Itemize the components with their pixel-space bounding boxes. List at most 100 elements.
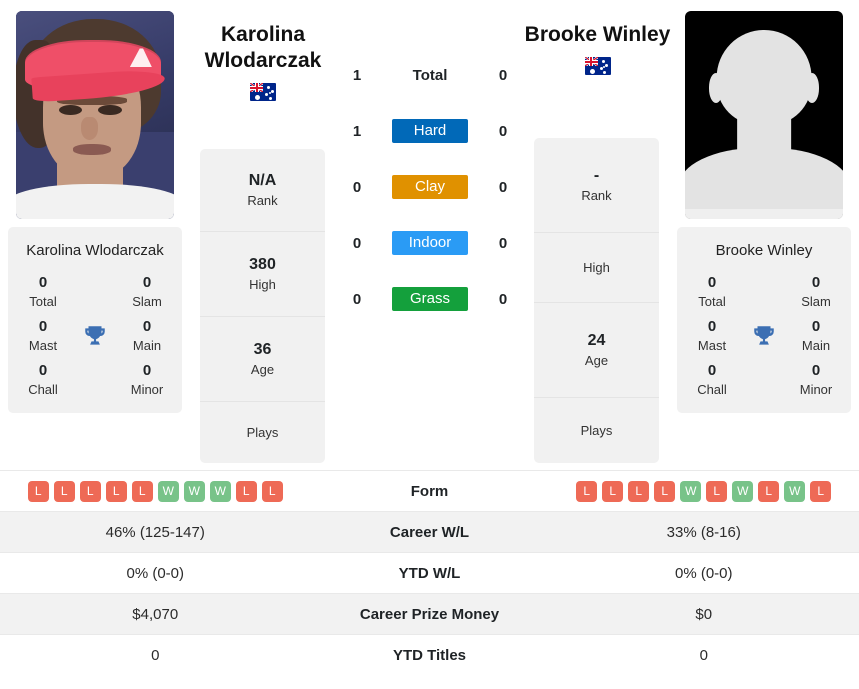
value: 24 bbox=[587, 332, 606, 349]
value: 0 bbox=[811, 362, 821, 379]
value: 380 bbox=[249, 256, 276, 273]
form-badge-win[interactable]: W bbox=[680, 480, 702, 502]
australia-flag-icon bbox=[250, 83, 276, 101]
form-badge-loss[interactable]: L bbox=[131, 480, 153, 502]
right-career-prize-money: $0 bbox=[695, 605, 713, 623]
label: High bbox=[583, 259, 610, 275]
form-badge-loss[interactable]: L bbox=[602, 480, 624, 502]
stats-row-form: LLLLLWWWLL Form LLLLWLWLWL bbox=[0, 470, 859, 511]
photo-left-eye bbox=[58, 104, 83, 115]
form-badge-win[interactable]: W bbox=[209, 480, 231, 502]
label: Main bbox=[801, 338, 831, 353]
label: Age bbox=[250, 362, 275, 377]
stats-row-ytd-titles: 0 YTD Titles 0 bbox=[0, 634, 859, 675]
value: 0 bbox=[707, 274, 717, 291]
label: High bbox=[249, 277, 276, 292]
left-career-prize-money: $4,070 bbox=[132, 605, 179, 623]
h2h-row-grass: 0 Grass 0 bbox=[340, 286, 520, 312]
right-ytd-wl: 0% (0-0) bbox=[674, 564, 733, 582]
label: Total bbox=[29, 294, 57, 309]
left-titles-total: 0 Total bbox=[8, 273, 78, 311]
value: - bbox=[593, 167, 600, 184]
right-titles-mast: 0 Mast bbox=[677, 317, 747, 355]
value: 0 bbox=[142, 318, 152, 335]
right-titles-main: 0 Main bbox=[781, 317, 851, 355]
value: 0 bbox=[811, 318, 821, 335]
label: Rank bbox=[247, 193, 278, 208]
form-badge-loss[interactable]: L bbox=[27, 480, 49, 502]
photo-mouth bbox=[72, 144, 111, 155]
value: 0 bbox=[38, 274, 48, 291]
left-h2h-total: 1 bbox=[352, 66, 362, 84]
left-info-plays: Plays bbox=[200, 402, 325, 463]
stats-label-career-prize-money: Career Prize Money bbox=[359, 605, 500, 623]
h2h-row-hard: 1 Hard 0 bbox=[340, 118, 520, 144]
label: Minor bbox=[130, 382, 164, 397]
right-player-name: Brooke Winley bbox=[524, 23, 671, 46]
form-badge-loss[interactable]: L bbox=[261, 480, 283, 502]
left-h2h-grass: 0 bbox=[352, 290, 362, 308]
left-info-age: 36 Age bbox=[200, 317, 325, 402]
form-badge-loss[interactable]: L bbox=[576, 480, 598, 502]
label: Rank bbox=[581, 188, 612, 203]
h2h-label-total: Total bbox=[412, 66, 448, 84]
form-badge-loss[interactable]: L bbox=[105, 480, 127, 502]
surface-badge-clay[interactable]: Clay bbox=[392, 175, 468, 199]
h2h-row-clay: 0 Clay 0 bbox=[340, 174, 520, 200]
label: Plays bbox=[246, 424, 279, 440]
right-player-name-header[interactable]: Brooke Winley bbox=[515, 22, 680, 75]
form-badge-loss[interactable]: L bbox=[628, 480, 650, 502]
form-badge-win[interactable]: W bbox=[183, 480, 205, 502]
photo-shirt bbox=[16, 183, 174, 219]
left-titles-minor: 0 Minor bbox=[112, 361, 182, 399]
left-titles-main: 0 Main bbox=[112, 317, 182, 355]
right-form-badges: LLLLWLWLWL bbox=[549, 480, 859, 502]
label: Chall bbox=[697, 382, 727, 397]
photo-right-eye bbox=[98, 104, 122, 115]
form-badge-loss[interactable]: L bbox=[654, 480, 676, 502]
left-player-name-header[interactable]: Karolina Wlodarczak bbox=[183, 22, 343, 101]
left-h2h-hard: 1 bbox=[352, 122, 362, 140]
value: 0 bbox=[142, 362, 152, 379]
left-titles-chall: 0 Chall bbox=[8, 361, 78, 399]
left-titles-mast: 0 Mast bbox=[8, 317, 78, 355]
stats-row-career-prize-money: $4,070 Career Prize Money $0 bbox=[0, 593, 859, 634]
right-player-photo[interactable] bbox=[685, 11, 843, 219]
form-badge-loss[interactable]: L bbox=[810, 480, 832, 502]
left-player-column: Karolina Wlodarczak 0 Total 0 Slam 0 Mas… bbox=[8, 0, 182, 413]
comparison-header: Karolina Wlodarczak 0 Total 0 Slam 0 Mas… bbox=[0, 0, 859, 470]
form-badge-loss[interactable]: L bbox=[758, 480, 780, 502]
label: Slam bbox=[801, 294, 831, 309]
surface-badge-indoor[interactable]: Indoor bbox=[392, 231, 468, 255]
form-badge-loss[interactable]: L bbox=[706, 480, 728, 502]
right-trophy-icon-wrap bbox=[747, 323, 781, 349]
form-badge-win[interactable]: W bbox=[157, 480, 179, 502]
surface-badge-grass[interactable]: Grass bbox=[392, 287, 468, 311]
label: Mast bbox=[28, 338, 58, 353]
label: Total bbox=[698, 294, 726, 309]
form-badge-win[interactable]: W bbox=[784, 480, 806, 502]
right-player-info-column: - Rank High 24 Age Plays bbox=[534, 138, 659, 463]
value: 0 bbox=[38, 362, 48, 379]
right-player-titles-card: Brooke Winley 0 Total 0 Slam 0 Mast 0 Ma… bbox=[677, 227, 851, 413]
label: Age bbox=[584, 353, 609, 368]
right-info-plays: Plays bbox=[534, 398, 659, 463]
form-badge-loss[interactable]: L bbox=[53, 480, 75, 502]
right-info-high: High bbox=[534, 233, 659, 303]
silhouette-right-ear bbox=[805, 73, 820, 103]
surface-badge-hard[interactable]: Hard bbox=[392, 119, 468, 143]
form-badge-loss[interactable]: L bbox=[79, 480, 101, 502]
left-player-photo[interactable] bbox=[16, 11, 174, 219]
left-trophy-icon-wrap bbox=[78, 323, 112, 349]
australia-flag-icon bbox=[584, 57, 611, 75]
right-player-column: Brooke Winley 0 Total 0 Slam 0 Mast 0 Ma… bbox=[677, 0, 851, 413]
stats-label-ytd-titles: YTD Titles bbox=[392, 646, 467, 664]
right-h2h-clay: 0 bbox=[498, 178, 508, 196]
comparison-stats-table: LLLLLWWWLL Form LLLLWLWLWL 46% (125-147)… bbox=[0, 470, 859, 675]
form-badge-win[interactable]: W bbox=[732, 480, 754, 502]
label: Chall bbox=[28, 382, 58, 397]
value: N/A bbox=[248, 172, 277, 189]
form-badge-loss[interactable]: L bbox=[235, 480, 257, 502]
value: 0 bbox=[707, 362, 717, 379]
label: Main bbox=[132, 338, 162, 353]
